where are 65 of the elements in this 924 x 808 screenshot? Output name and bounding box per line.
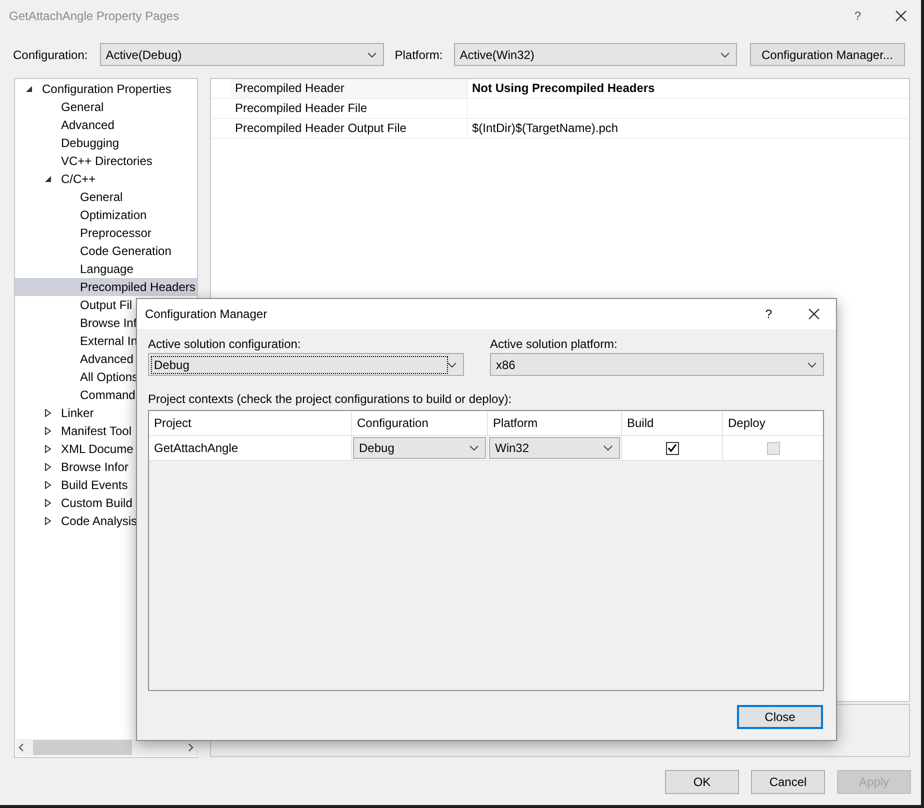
expanded-arrow-icon [44, 175, 52, 183]
configuration-dropdown[interactable]: Debug [353, 437, 486, 459]
collapsed-arrow-icon [44, 427, 52, 435]
help-button[interactable]: ? [765, 307, 772, 321]
collapsed-arrow-icon [44, 445, 52, 453]
active-platform-dropdown[interactable]: x86 [490, 353, 824, 376]
build-checkbox[interactable] [666, 442, 678, 454]
tree-item[interactable]: Configuration Properties [15, 80, 197, 98]
column-header[interactable]: Configuration [352, 411, 488, 435]
tree-item[interactable]: Custom Build [15, 494, 197, 512]
tree-item[interactable]: Precompiled Headers [15, 278, 197, 296]
tree-item[interactable]: Browse Infor [15, 458, 197, 476]
property-value[interactable]: $(IntDir)$(TargetName).pch [468, 119, 909, 138]
tree-item[interactable]: Language [15, 260, 197, 278]
property-name[interactable]: Precompiled Header [231, 79, 468, 98]
collapsed-arrow-icon [44, 463, 52, 471]
column-header[interactable]: Platform [488, 411, 622, 435]
close-icon[interactable] [808, 308, 820, 320]
configuration-manager-button[interactable]: Configuration Manager... [750, 43, 905, 66]
chevron-down-icon [469, 444, 479, 452]
dialog-button[interactable]: Cancel [751, 770, 825, 794]
collapsed-arrow-icon [44, 517, 52, 525]
tree-item[interactable]: Build Events [15, 476, 197, 494]
chevron-down-icon [807, 360, 817, 368]
tree-item[interactable]: Debugging [15, 134, 197, 152]
table-cell: GetAttachAngle [149, 436, 352, 460]
configuration-dropdown[interactable]: Active(Debug) [100, 43, 384, 66]
active-platform-label: Active solution platform: [490, 337, 618, 351]
close-icon [895, 10, 907, 22]
column-header[interactable]: Build [622, 411, 723, 435]
platform-dropdown[interactable]: Win32 [489, 437, 620, 459]
tree-item[interactable]: General [15, 98, 197, 116]
configuration-label: Configuration: [13, 48, 88, 62]
platform-label: Platform: [394, 48, 443, 62]
column-header[interactable]: Project [149, 411, 352, 435]
check-icon [667, 443, 677, 453]
dialog-button[interactable]: OK [665, 770, 739, 794]
tree-item[interactable]: Optimization [15, 206, 197, 224]
close-button[interactable]: Close [737, 705, 823, 729]
help-button[interactable]: ? [854, 9, 861, 23]
tree-item[interactable]: VC++ Directories [15, 152, 197, 170]
window-title: GetAttachAngle Property Pages [9, 9, 180, 23]
chevron-down-icon [603, 444, 613, 452]
chevron-down-icon [366, 50, 377, 58]
active-configuration-label: Active solution configuration: [148, 337, 302, 351]
project-contexts-label: Project contexts (check the project configurations to build or deploy): [148, 392, 513, 406]
column-header[interactable]: Deploy [723, 411, 823, 435]
property-name[interactable]: Precompiled Header File [231, 99, 468, 118]
tree-item[interactable]: Preprocessor [15, 224, 197, 242]
collapsed-arrow-icon [44, 481, 52, 489]
tree-item[interactable]: Advanced [15, 116, 197, 134]
tree-item[interactable]: Code Analysis [15, 512, 197, 530]
platform-dropdown[interactable]: Active(Win32) [454, 43, 737, 66]
chevron-down-icon [720, 50, 730, 58]
property-name[interactable]: Precompiled Header Output File [231, 119, 468, 138]
collapsed-arrow-icon [44, 499, 52, 507]
dialog-title: Configuration Manager [145, 307, 268, 321]
tree-item[interactable]: C/C++ [15, 170, 197, 188]
tree-item[interactable]: Code Generation [15, 242, 197, 260]
expanded-arrow-icon [24, 85, 32, 93]
chevron-down-icon [447, 360, 457, 368]
active-configuration-dropdown[interactable]: Debug [148, 353, 464, 376]
tree-item[interactable]: General [15, 188, 197, 206]
property-value[interactable]: Not Using Precompiled Headers [468, 79, 909, 98]
collapsed-arrow-icon [44, 409, 52, 417]
